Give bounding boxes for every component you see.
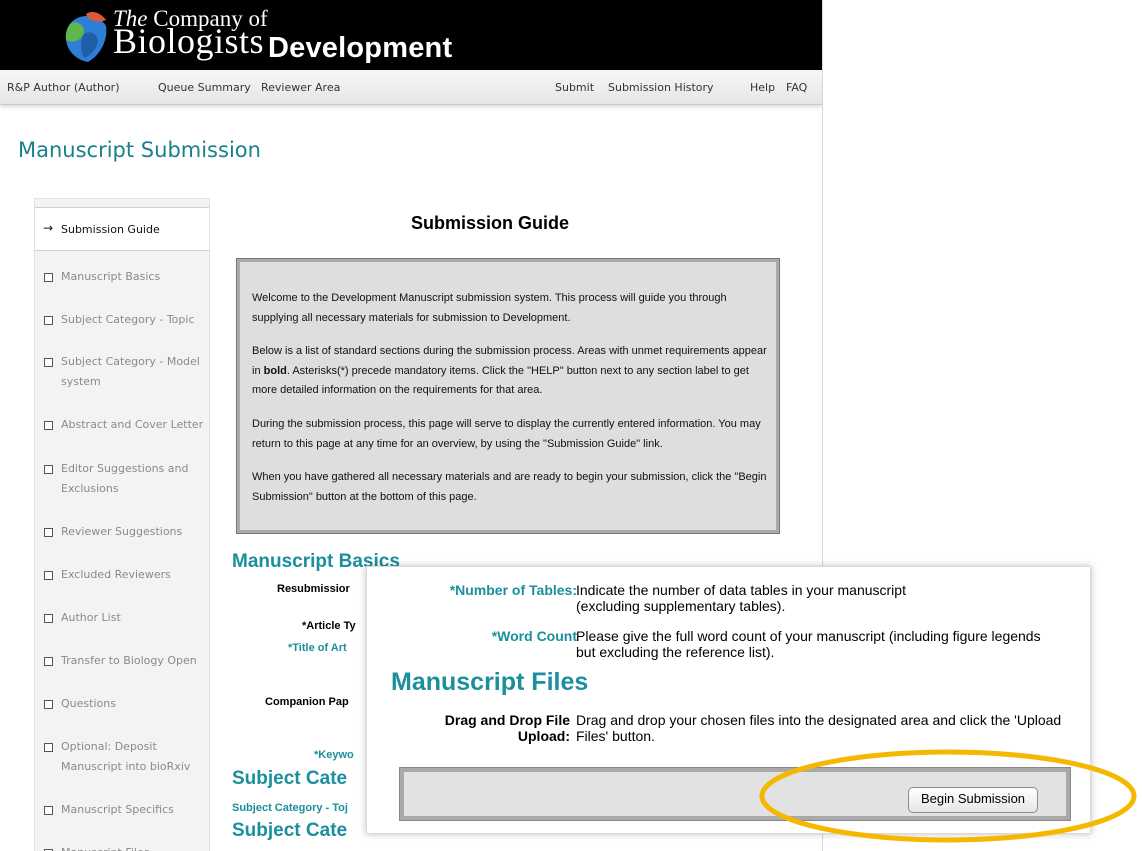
checkbox-square-icon bbox=[44, 465, 53, 474]
sidebar-item-label: Author List bbox=[61, 611, 121, 624]
guide-info-box: Welcome to the Development Manuscript su… bbox=[236, 258, 780, 534]
sidebar-item-label: Editor Suggestions and Exclusions bbox=[61, 462, 189, 495]
checkbox-square-icon bbox=[44, 528, 53, 537]
drag-drop-help-text: Drag and drop your chosen files into the… bbox=[576, 712, 1062, 744]
page-title: Manuscript Submission bbox=[18, 138, 261, 162]
nav-faq[interactable]: FAQ bbox=[786, 81, 807, 94]
logo-text-line2: Biologists bbox=[113, 21, 265, 61]
section-heading-manuscript-files: Manuscript Files bbox=[391, 668, 589, 696]
checkbox-square-icon bbox=[44, 614, 53, 623]
guide-paragraph-3: During the submission process, this page… bbox=[252, 418, 761, 450]
guide-paragraph-2: Below is a list of standard sections dur… bbox=[252, 345, 767, 396]
nav-author-role[interactable]: R&P Author (Author) bbox=[7, 81, 120, 94]
checkbox-square-icon bbox=[44, 806, 53, 815]
sidebar-item-label: Excluded Reviewers bbox=[61, 568, 171, 581]
sidebar-item-label: Manuscript Files bbox=[61, 843, 206, 851]
checkbox-square-icon bbox=[44, 700, 53, 709]
label-companion-paper: Companion Pap bbox=[265, 696, 349, 708]
nav-queue-summary[interactable]: Queue Summary bbox=[158, 81, 251, 94]
checkbox-square-icon bbox=[44, 421, 53, 430]
nav-help[interactable]: Help bbox=[750, 81, 775, 94]
label-number-of-tables: *Number of Tables: bbox=[449, 582, 577, 598]
label-resubmission: Resubmissior bbox=[277, 583, 350, 595]
checkbox-square-icon bbox=[44, 743, 53, 752]
checkbox-square-icon bbox=[44, 571, 53, 580]
sidebar-item-label: Abstract and Cover Letter bbox=[61, 418, 204, 431]
sidebar-item-label: Manuscript Specifics bbox=[61, 803, 174, 816]
tables-help-text: Indicate the number of data tables in yo… bbox=[576, 582, 906, 614]
label-title-of-article: *Title of Art bbox=[288, 642, 347, 654]
arrow-right-icon: → bbox=[43, 221, 54, 235]
guide-paragraph-4: When you have gathered all necessary mat… bbox=[252, 471, 767, 503]
sidebar-item-label: Transfer to Biology Open bbox=[61, 654, 197, 667]
sidebar-item-label: Manuscript Basics bbox=[61, 270, 161, 283]
sidebar-item-label: Subject Category - Model system bbox=[61, 355, 200, 388]
sidebar-item-submission-guide[interactable]: → Submission Guide bbox=[35, 207, 209, 251]
label-subject-topic: Subject Category - Toj bbox=[232, 802, 348, 814]
checkbox-square-icon bbox=[44, 316, 53, 325]
sidebar: → Submission Guide Manuscript Basics Sub… bbox=[34, 198, 210, 851]
nav-reviewer-area[interactable]: Reviewer Area bbox=[261, 81, 340, 94]
section-heading-subject-category-2: Subject Cate bbox=[232, 820, 348, 841]
sidebar-item-label: Subject Category - Topic bbox=[61, 313, 195, 326]
brand-header: The Company of Biologists Development bbox=[0, 0, 822, 70]
section-heading-subject-category: Subject Cate bbox=[232, 768, 348, 789]
company-logo-icon bbox=[65, 12, 107, 62]
label-word-count: *Word Count bbox=[491, 628, 577, 644]
guide-paragraph-1: Welcome to the Development Manuscript su… bbox=[252, 292, 727, 324]
checkbox-square-icon bbox=[44, 273, 53, 282]
label-article-type: *Article Ty bbox=[302, 620, 356, 632]
top-nav: R&P Author (Author) Queue Summary Review… bbox=[0, 70, 822, 105]
sidebar-item-label: Questions bbox=[61, 697, 116, 710]
sidebar-item-label: Reviewer Suggestions bbox=[61, 525, 183, 538]
label-keywords: *Keywo bbox=[314, 749, 354, 761]
guide-title: Submission Guide bbox=[411, 213, 570, 233]
checkbox-square-icon bbox=[44, 358, 53, 367]
label-drag-drop-upload: Drag and Drop File Upload: bbox=[444, 712, 570, 744]
wordcount-help-text: Please give the full word count of your … bbox=[576, 628, 1041, 660]
highlight-ellipse bbox=[759, 749, 1137, 843]
checkbox-square-icon bbox=[44, 657, 53, 666]
nav-submit[interactable]: Submit bbox=[555, 81, 594, 94]
sidebar-item-label: Optional: Deposit Manuscript into bioRxi… bbox=[61, 740, 191, 773]
journal-name: Development bbox=[268, 32, 453, 64]
sidebar-item-label: Submission Guide bbox=[61, 223, 160, 236]
nav-submission-history[interactable]: Submission History bbox=[608, 81, 714, 94]
